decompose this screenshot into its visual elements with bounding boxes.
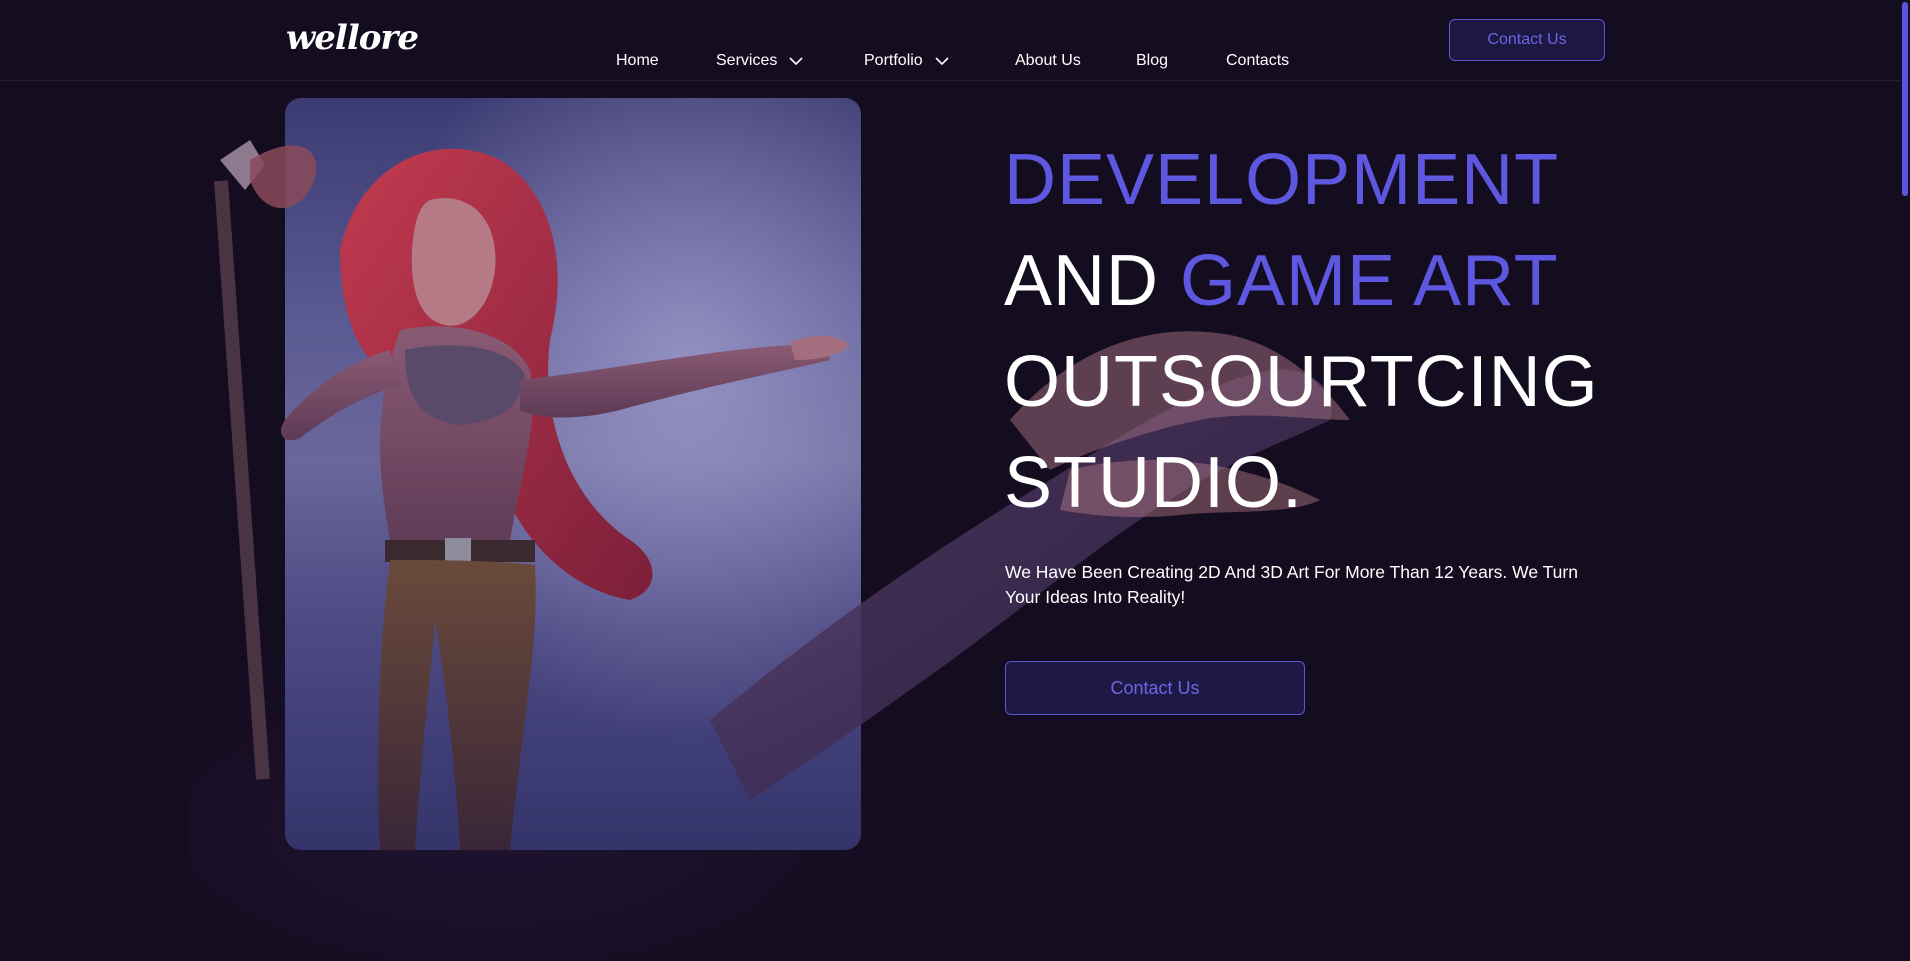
nav-item-blog[interactable]: Blog [1136,52,1168,70]
brand-logo[interactable]: wellore [286,18,419,58]
nav-item-services[interactable]: Services [716,52,803,70]
headline-line-3: OUTSOURTCING [1004,342,1599,422]
hero-contact-button[interactable]: Contact Us [1005,661,1305,715]
nav-item-label: Home [616,52,659,69]
chevron-down-icon [789,57,803,66]
nav-item-label: Contacts [1226,52,1290,69]
scrollbar-thumb[interactable] [1902,2,1908,196]
nav-item-portfolio[interactable]: Portfolio [864,52,949,70]
headline-line-4: STUDIO. [1004,443,1304,523]
nav-item-about-us[interactable]: About Us [1015,52,1081,70]
nav-item-label: Services [716,52,778,69]
headline-line-2: AND GAME ART [1004,231,1644,332]
nav-item-label: Portfolio [864,52,923,69]
site-header: wellore Home Services Portfolio About Us… [0,0,1900,81]
nav-item-label: Blog [1136,52,1169,69]
chevron-down-icon [935,57,949,66]
header-contact-button[interactable]: Contact Us [1449,19,1605,61]
nav-item-label: About Us [1015,52,1081,69]
headline-line-1: DEVELOPMENT [1004,140,1560,220]
page: wellore Home Services Portfolio About Us… [0,0,1910,961]
headline-line-2-plain: AND [1004,241,1181,321]
hero-subtitle: We Have Been Creating 2D And 3D Art For … [1005,562,1578,607]
headline-line-2-accent: GAME ART [1180,241,1559,321]
nav-item-home[interactable]: Home [616,52,659,70]
page-scrollbar[interactable] [1900,0,1910,961]
hero-headline: DEVELOPMENT AND GAME ART OUTSOURTCING ST… [1004,130,1644,534]
nav-item-contacts[interactable]: Contacts [1226,52,1289,70]
